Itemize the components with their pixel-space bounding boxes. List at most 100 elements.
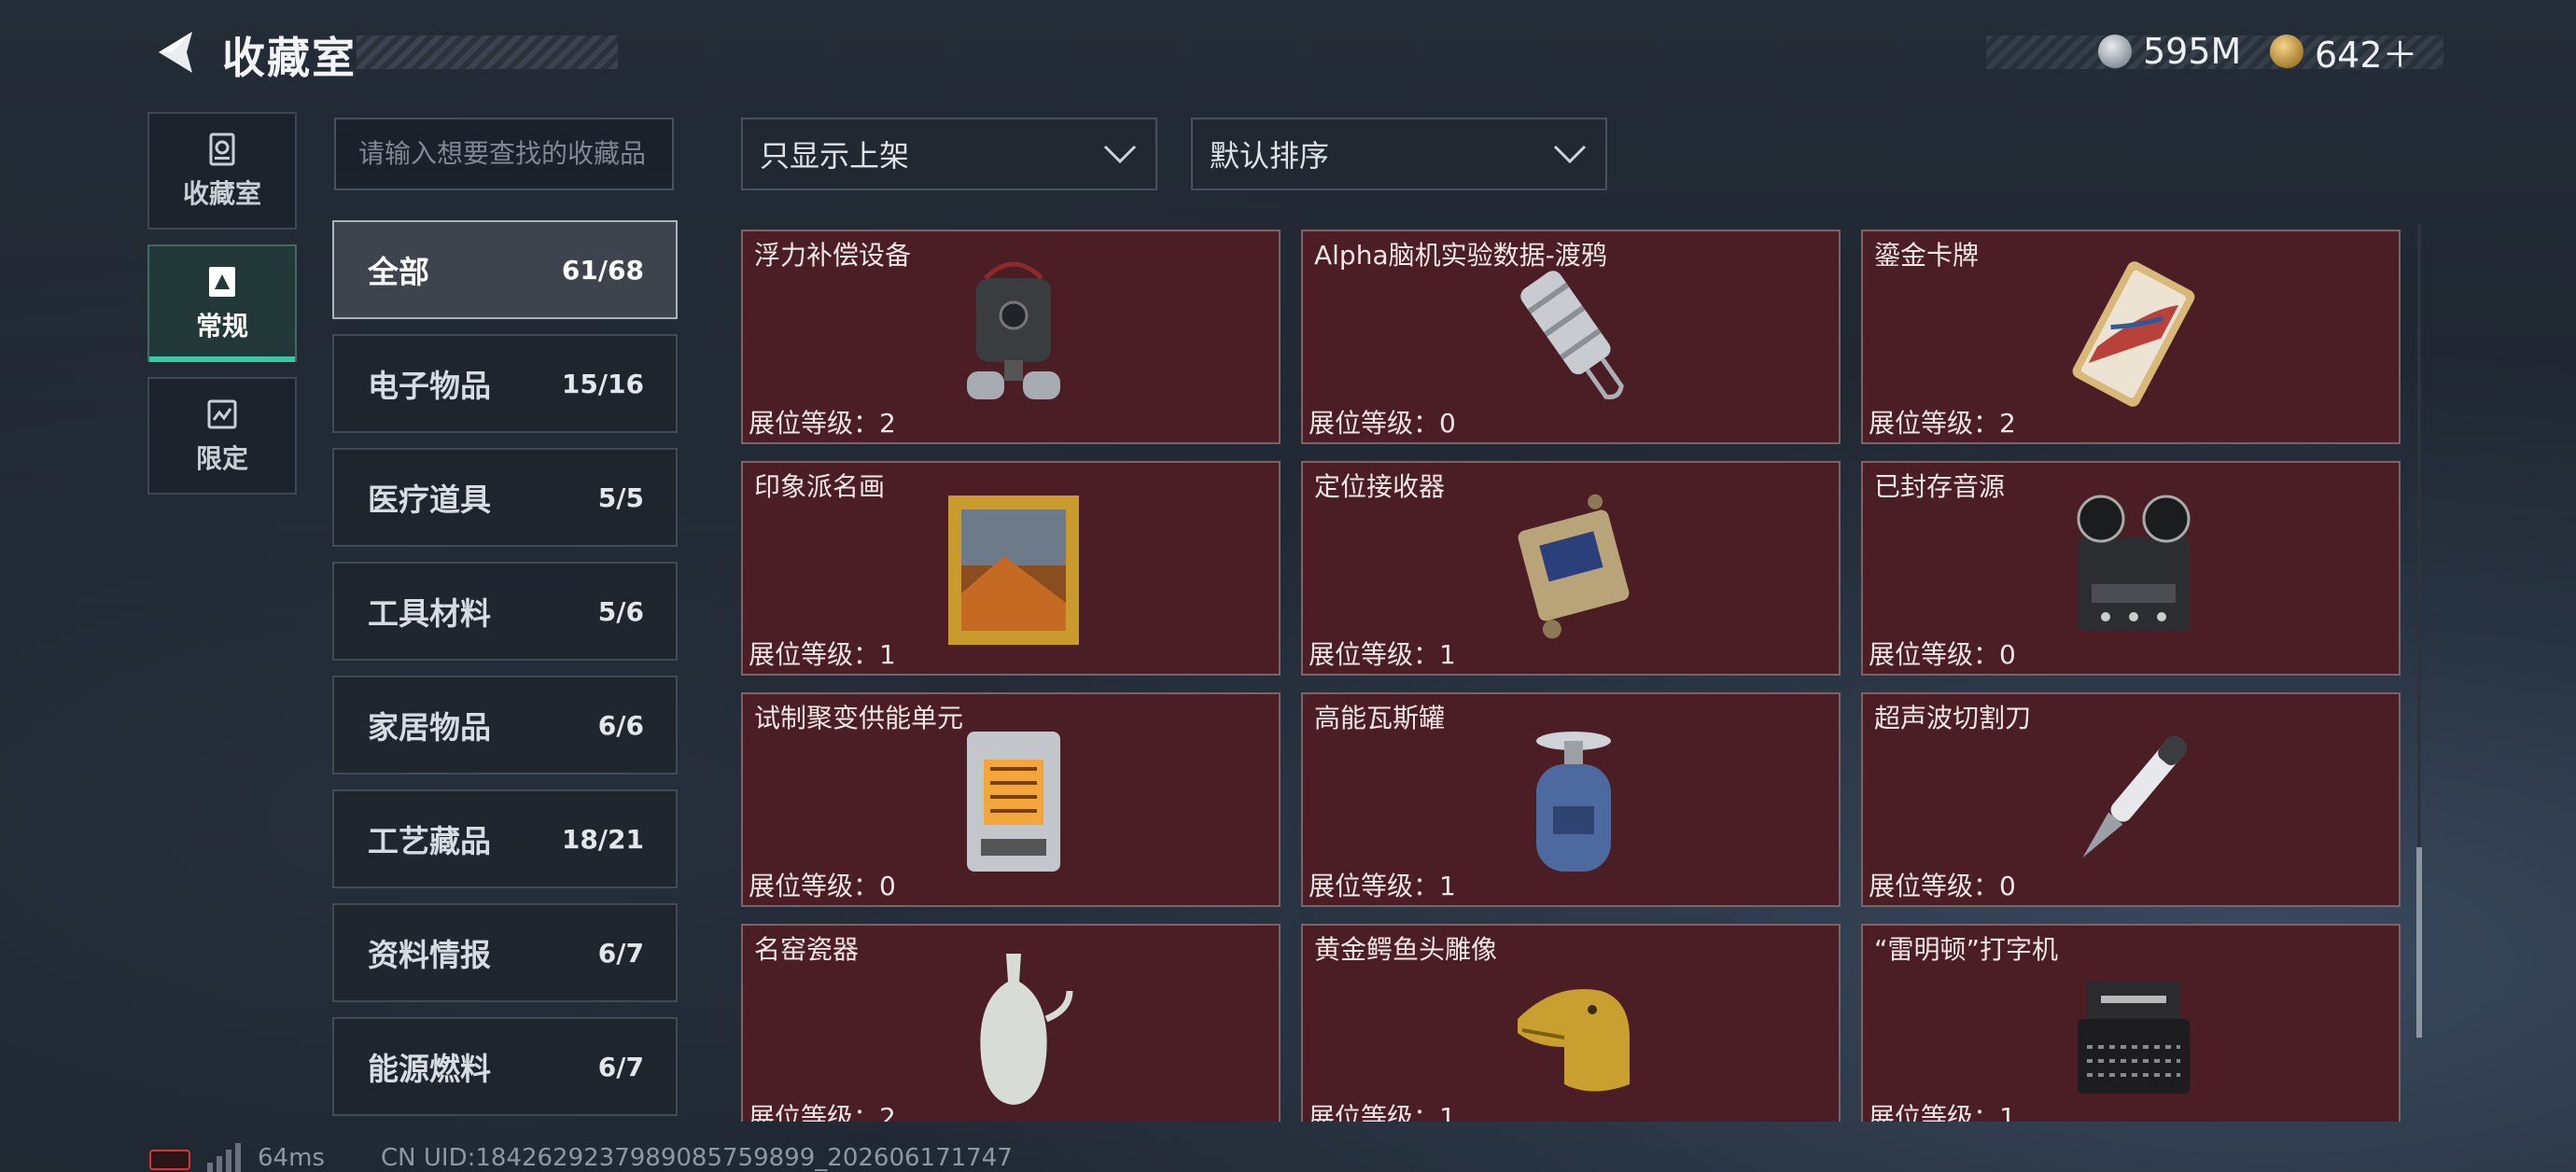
fusion-unit-icon bbox=[967, 732, 1060, 872]
item-card[interactable]: 已封存音源 展位等级：0 bbox=[1861, 461, 2401, 676]
buoyancy-device-icon bbox=[967, 261, 1060, 399]
item-name: 试制聚变供能单元 bbox=[754, 703, 964, 733]
page-title: 收藏室 bbox=[222, 33, 357, 83]
item-level: 展位等级：1 bbox=[1309, 639, 1456, 670]
category-count: 6/7 bbox=[597, 937, 644, 969]
category-count: 6/7 bbox=[597, 1051, 644, 1082]
item-card[interactable]: 高能瓦斯罐 展位等级：1 bbox=[1301, 692, 1841, 907]
category-name: 能源燃料 bbox=[368, 1051, 491, 1087]
painting-icon bbox=[948, 495, 1079, 645]
back-arrow-icon[interactable] bbox=[149, 26, 202, 78]
uid-text: CN UID:1842629237989085759899_2026061717… bbox=[381, 1144, 1013, 1172]
category-count: 15/16 bbox=[561, 368, 644, 399]
active-tab-indicator bbox=[149, 356, 295, 362]
category-count: 18/21 bbox=[561, 823, 644, 855]
tab-regular[interactable]: 常规 bbox=[147, 244, 297, 362]
category-crafts[interactable]: 工艺藏品 18/21 bbox=[332, 789, 678, 888]
category-name: 电子物品 bbox=[368, 368, 491, 404]
limited-icon bbox=[207, 399, 237, 429]
item-name: 已封存音源 bbox=[1874, 471, 2006, 502]
category-name: 医疗道具 bbox=[368, 481, 491, 518]
sort-dropdown-value: 默认排序 bbox=[1210, 138, 1330, 174]
item-name: 黄金鳄鱼头雕像 bbox=[1314, 934, 1498, 965]
item-level: 展位等级：0 bbox=[749, 871, 896, 901]
category-name: 家居物品 bbox=[368, 709, 491, 746]
gold-coin-icon bbox=[2270, 35, 2303, 68]
porcelain-vase-icon bbox=[980, 954, 1073, 1105]
gold-currency[interactable]: 642＋ bbox=[2270, 28, 2418, 76]
filter-dropdown-value: 只显示上架 bbox=[760, 138, 910, 174]
category-count: 61/68 bbox=[561, 254, 644, 286]
category-tools[interactable]: 工具材料 5/6 bbox=[332, 562, 678, 661]
item-level: 展位等级：0 bbox=[1309, 408, 1456, 439]
collection-icon bbox=[209, 133, 235, 166]
item-card[interactable]: 浮力补偿设备 展位等级：2 bbox=[741, 230, 1281, 444]
item-card[interactable]: 定位接收器 展位等级：1 bbox=[1301, 461, 1841, 676]
category-intel[interactable]: 资料情报 6/7 bbox=[332, 903, 678, 1002]
category-count: 6/6 bbox=[597, 709, 644, 741]
category-name: 资料情报 bbox=[368, 937, 491, 973]
data-drive-icon bbox=[1520, 271, 1624, 400]
silver-currency: 595M bbox=[2098, 28, 2241, 75]
chevron-down-icon bbox=[1103, 145, 1137, 164]
silver-amount: 595M bbox=[2143, 31, 2242, 72]
item-card[interactable]: 黄金鳄鱼头雕像 展位等级：1 bbox=[1301, 924, 1841, 1122]
item-card[interactable]: 鎏金卡牌 展位等级：2 bbox=[1861, 230, 2401, 444]
category-count: 5/6 bbox=[597, 595, 644, 627]
category-name: 工艺藏品 bbox=[368, 823, 491, 859]
tape-recorder-icon bbox=[2077, 495, 2191, 631]
item-card[interactable]: 名窑瓷器 展位等级：2 bbox=[741, 924, 1281, 1122]
category-medical[interactable]: 医疗道具 5/5 bbox=[332, 448, 678, 547]
item-level: 展位等级：1 bbox=[749, 639, 896, 670]
item-card[interactable]: 超声波切割刀 展位等级：0 bbox=[1861, 692, 2401, 907]
category-all[interactable]: 全部 61/68 bbox=[332, 220, 678, 319]
item-name: 浮力补偿设备 bbox=[754, 240, 912, 271]
item-name: 高能瓦斯罐 bbox=[1314, 703, 1446, 733]
signal-icon bbox=[207, 1143, 241, 1172]
item-name: 鎏金卡牌 bbox=[1874, 240, 1980, 271]
item-level: 展位等级：1 bbox=[1309, 871, 1456, 901]
item-name: 超声波切割刀 bbox=[1874, 703, 2032, 733]
ping-text: 64ms bbox=[258, 1144, 325, 1172]
item-card[interactable]: 试制聚变供能单元 展位等级：0 bbox=[741, 692, 1281, 907]
gold-amount: 642＋ bbox=[2315, 34, 2418, 76]
tab-collection[interactable]: 收藏室 bbox=[147, 112, 297, 230]
item-level: 展位等级：2 bbox=[1869, 408, 2016, 439]
category-count: 5/5 bbox=[597, 481, 644, 513]
gold-crocodile-icon bbox=[1518, 989, 1630, 1092]
item-level: 展位等级：2 bbox=[749, 408, 896, 439]
tab-limited[interactable]: 限定 bbox=[147, 377, 297, 495]
regular-icon bbox=[209, 267, 235, 297]
title-decoration bbox=[357, 35, 618, 69]
ultrasonic-cutter-icon bbox=[2082, 735, 2188, 858]
sort-dropdown[interactable]: 默认排序 bbox=[1191, 118, 1607, 190]
gas-tank-icon bbox=[1536, 732, 1611, 872]
item-card[interactable]: Alpha脑机实验数据-渡鸦 展位等级：0 bbox=[1301, 230, 1841, 444]
category-name: 全部 bbox=[368, 254, 429, 290]
item-name: 印象派名画 bbox=[754, 471, 886, 502]
item-level: 展位等级：0 bbox=[1869, 639, 2016, 670]
category-name: 工具材料 bbox=[368, 595, 491, 632]
receiver-icon bbox=[1518, 494, 1630, 639]
item-level: 展位等级：1 bbox=[1309, 1102, 1456, 1122]
scrollbar-thumb[interactable] bbox=[2416, 847, 2422, 1038]
item-name: 定位接收器 bbox=[1314, 471, 1446, 502]
tab-collection-label: 收藏室 bbox=[182, 178, 261, 209]
item-name: 名窑瓷器 bbox=[754, 934, 860, 965]
item-grid: 浮力补偿设备 展位等级：2 Alpha脑机实验数据-渡鸦 展位等级：0 鎏金卡牌 bbox=[741, 230, 2402, 1122]
item-card[interactable]: “雷明顿”打字机 展位等级：1 bbox=[1861, 924, 2401, 1122]
item-card[interactable]: 印象派名画 展位等级：1 bbox=[741, 461, 1281, 676]
search-input[interactable] bbox=[334, 118, 674, 190]
category-fuel[interactable]: 能源燃料 6/7 bbox=[332, 1017, 678, 1116]
tab-limited-label: 限定 bbox=[195, 443, 248, 474]
tab-regular-label: 常规 bbox=[195, 311, 248, 342]
silver-coin-icon bbox=[2098, 35, 2132, 68]
typewriter-icon bbox=[2078, 982, 2190, 1094]
category-household[interactable]: 家居物品 6/6 bbox=[332, 676, 678, 774]
chevron-down-icon bbox=[1553, 145, 1587, 164]
filter-dropdown[interactable]: 只显示上架 bbox=[741, 118, 1157, 190]
battery-icon bbox=[149, 1150, 190, 1170]
item-level: 展位等级：0 bbox=[1869, 871, 2016, 901]
item-name: “雷明顿”打字机 bbox=[1874, 934, 2059, 965]
category-electronics[interactable]: 电子物品 15/16 bbox=[332, 334, 678, 433]
